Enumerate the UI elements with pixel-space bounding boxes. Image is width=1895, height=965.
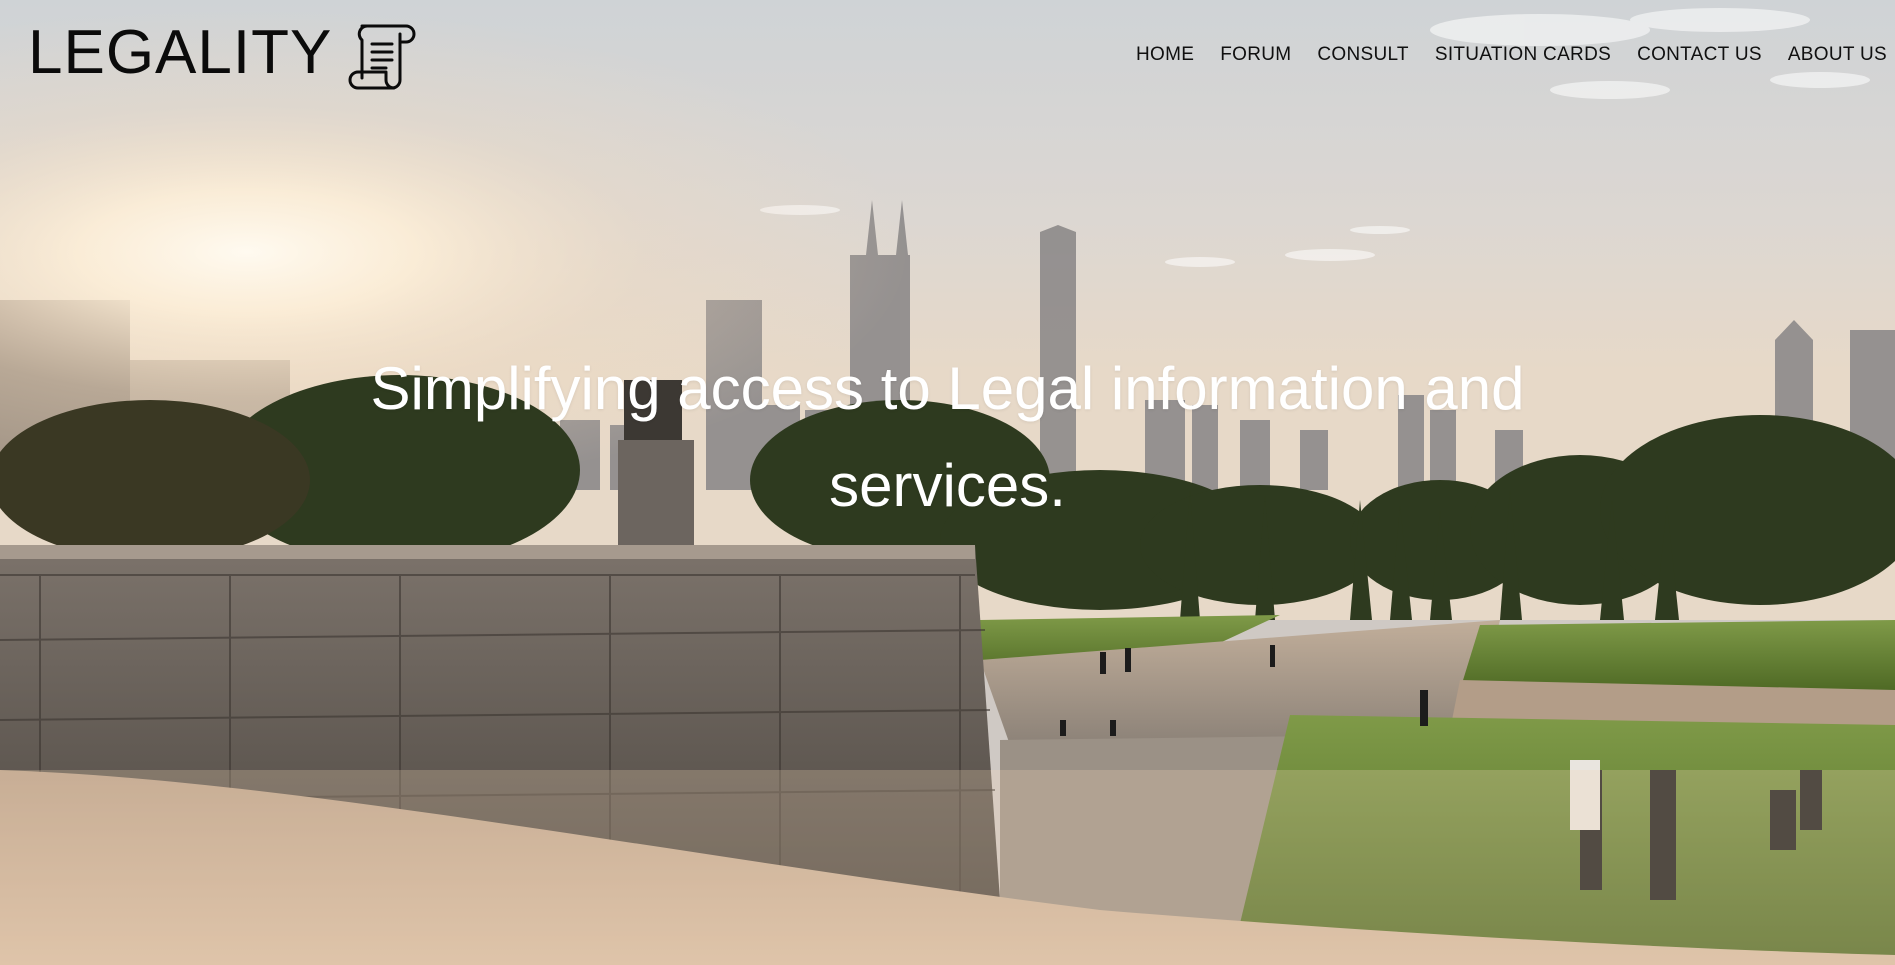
nav-home[interactable]: HOME bbox=[1136, 44, 1194, 66]
hero-headline: Simplifying access to Legal information … bbox=[370, 355, 1525, 519]
brand-name: LEGALITY bbox=[28, 18, 333, 87]
nav-contact-us[interactable]: CONTACT US bbox=[1637, 44, 1762, 66]
nav-consult[interactable]: CONSULT bbox=[1317, 44, 1408, 66]
nav-forum[interactable]: FORUM bbox=[1220, 44, 1291, 66]
brand-logo-link[interactable]: LEGALITY bbox=[28, 14, 418, 92]
nav-situation-cards[interactable]: SITUATION CARDS bbox=[1435, 44, 1611, 66]
nav-about-us[interactable]: ABOUT US bbox=[1788, 44, 1887, 66]
scroll-document-icon bbox=[348, 24, 416, 90]
top-navigation-bar: LEGALITY HOME FORUM CONSULT SITUATION CA… bbox=[0, 0, 1895, 110]
main-nav: HOME FORUM CONSULT SITUATION CARDS CONTA… bbox=[1136, 44, 1887, 66]
